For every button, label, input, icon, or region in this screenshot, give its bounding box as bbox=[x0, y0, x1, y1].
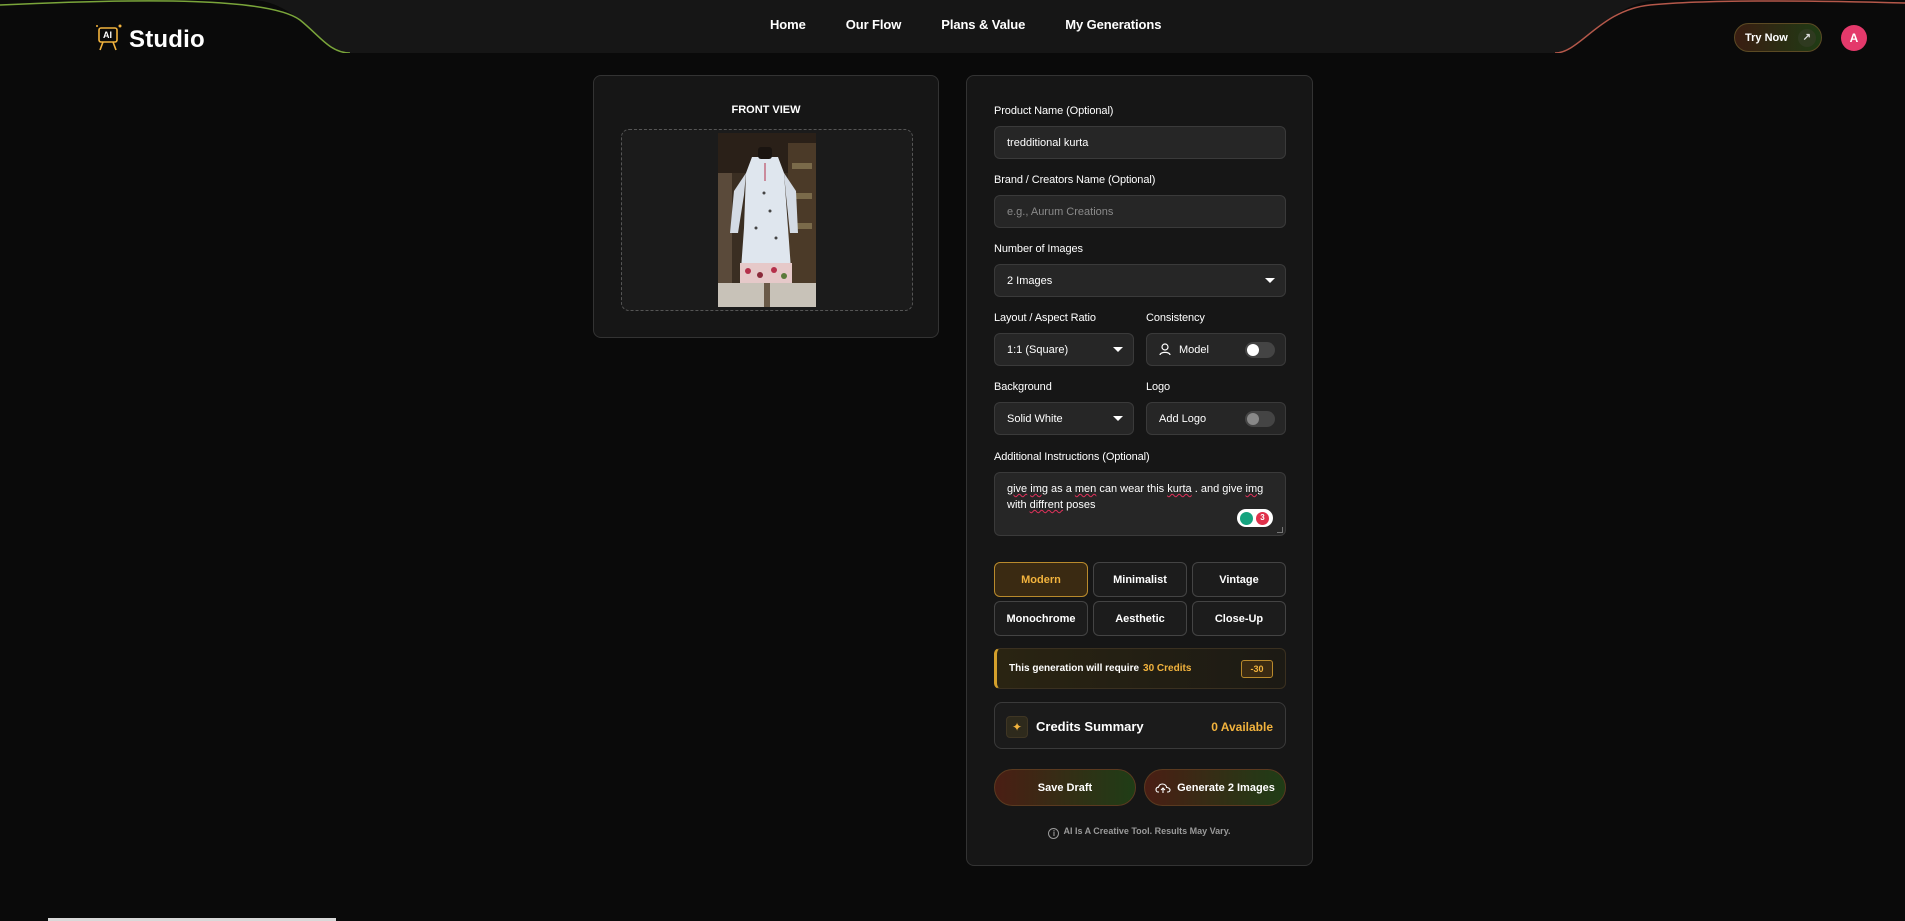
avatar[interactable]: A bbox=[1841, 25, 1867, 51]
save-draft-button[interactable]: Save Draft bbox=[994, 769, 1136, 806]
credit-cost-badge: -30 bbox=[1241, 660, 1273, 678]
background-select[interactable]: Solid White bbox=[994, 402, 1134, 435]
style-modern[interactable]: Modern bbox=[994, 562, 1088, 597]
logo-toggle[interactable] bbox=[1245, 411, 1275, 427]
top-header: AI Studio Home Our Flow Plans & Value My… bbox=[0, 0, 1905, 53]
disclaimer: i AI Is A Creative Tool. Results May Vary… bbox=[967, 826, 1312, 839]
consistency-control: Model bbox=[1146, 333, 1286, 366]
add-logo-label: Add Logo bbox=[1159, 412, 1207, 425]
resize-handle-icon[interactable] bbox=[1277, 527, 1283, 533]
logo-icon: AI bbox=[95, 22, 125, 54]
style-vintage[interactable]: Vintage bbox=[1192, 562, 1286, 597]
brand-name-input[interactable]: e.g., Aurum Creations bbox=[994, 195, 1286, 228]
background-label: Background bbox=[994, 381, 1052, 393]
consistency-toggle[interactable] bbox=[1245, 342, 1275, 358]
nav-our-flow[interactable]: Our Flow bbox=[846, 17, 902, 32]
credits-summary-title: Credits Summary bbox=[1036, 719, 1144, 734]
product-name-input[interactable]: tredditional kurta bbox=[994, 126, 1286, 159]
instructions-text: give img as a men can wear this kurta . … bbox=[1007, 483, 1264, 511]
main-nav: Home Our Flow Plans & Value My Generatio… bbox=[770, 17, 1161, 32]
cloud-upload-icon bbox=[1155, 782, 1171, 793]
generate-label: Generate 2 Images bbox=[1177, 781, 1275, 794]
style-aesthetic[interactable]: Aesthetic bbox=[1093, 601, 1187, 636]
credits-summary: ✦ Credits Summary 0 Available bbox=[994, 702, 1286, 749]
product-photo bbox=[718, 133, 816, 307]
style-monochrome[interactable]: Monochrome bbox=[994, 601, 1088, 636]
generation-form: Product Name (Optional) tredditional kur… bbox=[966, 75, 1313, 866]
logo-text: Studio bbox=[129, 26, 205, 53]
grammar-issue-count: 3 bbox=[1256, 511, 1269, 525]
logo[interactable]: AI Studio bbox=[95, 22, 205, 54]
front-view-label: FRONT VIEW bbox=[731, 104, 801, 116]
style-close-up[interactable]: Close-Up bbox=[1192, 601, 1286, 636]
info-icon: i bbox=[1048, 828, 1060, 839]
consistency-label: Consistency bbox=[1146, 312, 1205, 324]
instructions-textarea[interactable]: give img as a men can wear this kurta . … bbox=[994, 472, 1286, 536]
logo-badge: AI bbox=[103, 30, 112, 40]
brand-name-label: Brand / Creators Name (Optional) bbox=[994, 174, 1156, 186]
credit-note-amount: 30 Credits bbox=[1143, 663, 1192, 674]
nav-my-generations[interactable]: My Generations bbox=[1065, 17, 1161, 32]
background-value: Solid White bbox=[1007, 412, 1063, 425]
num-images-label: Number of Images bbox=[994, 243, 1083, 255]
num-images-select[interactable]: 2 Images bbox=[994, 264, 1286, 297]
nav-plans-value[interactable]: Plans & Value bbox=[941, 17, 1025, 32]
layout-select[interactable]: 1:1 (Square) bbox=[994, 333, 1134, 366]
image-dropzone[interactable] bbox=[621, 129, 913, 311]
chevron-down-icon bbox=[1113, 416, 1123, 421]
credit-requirement-note: This generation will require 30 Credits … bbox=[994, 648, 1286, 689]
chevron-down-icon bbox=[1265, 278, 1275, 283]
logo-label: Logo bbox=[1146, 381, 1171, 393]
consistency-value: Model bbox=[1179, 343, 1209, 356]
grammar-check-widget[interactable]: 3 bbox=[1237, 509, 1273, 527]
credits-available: 0 Available bbox=[1211, 720, 1273, 734]
product-name-label: Product Name (Optional) bbox=[994, 105, 1114, 117]
preview-card: FRONT VIEW bbox=[593, 75, 939, 338]
generate-button[interactable]: Generate 2 Images bbox=[1144, 769, 1286, 806]
num-images-value: 2 Images bbox=[1007, 274, 1053, 287]
disclaimer-text: AI Is A Creative Tool. Results May Vary. bbox=[1063, 826, 1231, 836]
instructions-label: Additional Instructions (Optional) bbox=[994, 451, 1150, 463]
chevron-down-icon bbox=[1113, 347, 1123, 352]
try-now-label: Try Now bbox=[1745, 31, 1788, 44]
arrow-up-right-icon: ↗ bbox=[1797, 28, 1816, 47]
grammar-icon bbox=[1240, 511, 1253, 525]
credit-note-text: This generation will require bbox=[1009, 663, 1140, 674]
style-minimalist[interactable]: Minimalist bbox=[1093, 562, 1187, 597]
layout-value: 1:1 (Square) bbox=[1007, 343, 1069, 356]
nav-home[interactable]: Home bbox=[770, 17, 806, 32]
logo-control: Add Logo bbox=[1146, 402, 1286, 435]
sparkle-icon: ✦ bbox=[1006, 716, 1028, 738]
try-now-button[interactable]: Try Now ↗ bbox=[1734, 23, 1822, 52]
layout-label: Layout / Aspect Ratio bbox=[994, 312, 1096, 324]
user-icon bbox=[1159, 343, 1171, 356]
